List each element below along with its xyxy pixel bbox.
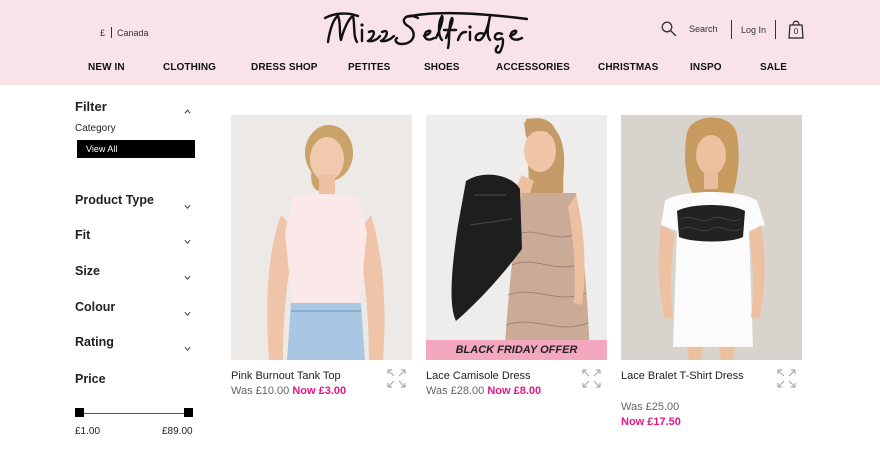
model-in-pink-tank-top [231, 115, 412, 360]
price-slider-min-handle[interactable] [75, 408, 84, 417]
product-price: Was £10.00 Now £3.00 [231, 384, 381, 399]
chevron-down-icon [184, 339, 191, 352]
search-label: Search [689, 24, 718, 34]
brand-logo-script [323, 11, 529, 54]
filter-title: Filter [75, 99, 107, 114]
product-now-price: Now £17.50 [621, 415, 771, 430]
facet-label: Product Type [75, 193, 154, 207]
header-divider [775, 20, 776, 39]
chevron-down-icon [184, 304, 191, 317]
facet-label: Rating [75, 335, 114, 349]
bag-count: 0 [793, 27, 799, 36]
search-icon [661, 21, 677, 37]
price-min-value: £1.00 [75, 426, 101, 437]
facet-rating[interactable]: Rating [75, 335, 195, 353]
was-price: Was £10.00 [231, 385, 290, 397]
facet-label: Size [75, 264, 101, 278]
product-name[interactable]: Pink Burnout Tank Top [231, 368, 371, 384]
nav-item-clothing[interactable]: CLOTHING [163, 62, 216, 73]
nav-item-dress-shop[interactable]: DRESS SHOP [251, 62, 318, 73]
quick-view-button[interactable] [386, 368, 407, 389]
nav-item-shoes[interactable]: SHOES [424, 62, 460, 73]
expand-icon [387, 369, 406, 388]
chevron-up-icon[interactable] [184, 102, 191, 114]
shopping-bag-button[interactable]: 0 [788, 19, 804, 39]
price-slider-max-handle[interactable] [184, 408, 193, 417]
locale-divider [111, 27, 113, 38]
currency-symbol: £ [100, 27, 106, 38]
nav-item-christmas[interactable]: CHRISTMAS [598, 62, 658, 73]
login-link[interactable]: Log In [741, 25, 766, 35]
was-price: Was £25.00 [621, 401, 680, 413]
nav-item-accessories[interactable]: ACCESSORIES [496, 62, 570, 73]
nav-item-petites[interactable]: PETITES [348, 62, 390, 73]
main-nav: NEW IN CLOTHING DRESS SHOP PETITES SHOES… [0, 62, 880, 78]
product-image[interactable] [231, 115, 412, 360]
expand-icon [777, 369, 796, 388]
price-max-value: £89.00 [162, 426, 193, 437]
facet-colour[interactable]: Colour [75, 300, 195, 318]
chevron-down-icon [184, 268, 191, 281]
facet-label: Colour [75, 300, 116, 314]
nav-item-sale[interactable]: SALE [760, 62, 787, 73]
product-was-price: Was £25.00 [621, 400, 771, 415]
chevron-down-icon [184, 197, 191, 210]
now-price: Now £3.00 [292, 385, 347, 397]
locale-selector[interactable]: £ Canada [100, 27, 149, 38]
facet-product-type[interactable]: Product Type [75, 193, 195, 211]
facet-label: Fit [75, 228, 91, 242]
search-button[interactable]: Search [661, 21, 718, 37]
country-label: Canada [117, 27, 149, 38]
nav-item-inspo[interactable]: INSPO [690, 62, 722, 73]
now-price: Now £17.50 [621, 416, 681, 428]
model-in-lace-camisole-dress [426, 115, 607, 360]
price-title: Price [75, 372, 106, 386]
facet-size[interactable]: Size [75, 264, 195, 282]
quick-view-button[interactable] [581, 368, 602, 389]
now-price: Now £8.00 [487, 385, 542, 397]
product-image[interactable] [426, 115, 607, 360]
chevron-down-icon [184, 232, 191, 245]
price-slider-track[interactable] [79, 413, 189, 414]
quick-view-button[interactable] [776, 368, 797, 389]
expand-icon [582, 369, 601, 388]
product-name[interactable]: Lace Camisole Dress [426, 368, 566, 384]
product-image[interactable] [621, 115, 802, 360]
was-price: Was £28.00 [426, 385, 485, 397]
facet-fit[interactable]: Fit [75, 228, 195, 246]
brand-logo[interactable] [322, 8, 550, 56]
model-in-white-tshirt-dress [621, 115, 802, 360]
category-label: Category [75, 123, 116, 134]
product-price: Was £28.00 Now £8.00 [426, 384, 576, 399]
nav-item-new-in[interactable]: NEW IN [88, 62, 125, 73]
view-all-button[interactable]: View All [77, 140, 195, 158]
header-divider [731, 20, 732, 39]
promo-banner: BLACK FRIDAY OFFER [426, 340, 607, 360]
product-name[interactable]: Lace Bralet T-Shirt Dress [621, 368, 761, 384]
site-header: £ Canada Search Log In 0 NEW IN CLOTHING… [0, 0, 880, 85]
